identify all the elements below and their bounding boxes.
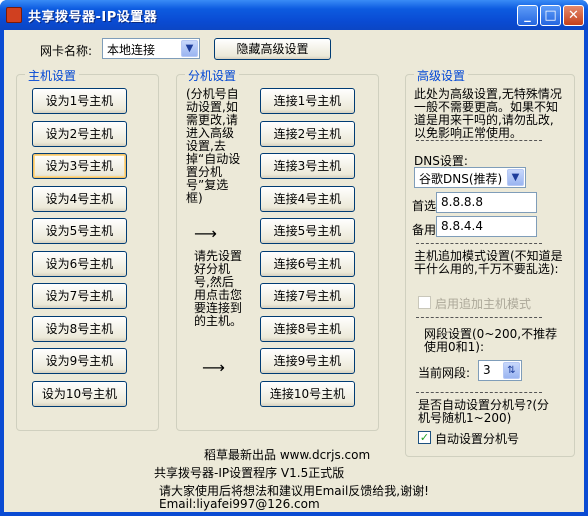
- set-host-1-button[interactable]: 设为1号主机: [32, 88, 127, 114]
- host-group-title: 主机设置: [25, 67, 80, 84]
- connect-host-4-button[interactable]: 连接4号主机: [260, 185, 355, 212]
- set-host-8-button[interactable]: 设为8号主机: [32, 315, 127, 342]
- nic-select-value: 本地连接: [107, 43, 156, 57]
- advanced-group-title: 高级设置: [414, 67, 469, 84]
- spinner-icon[interactable]: ⇅: [503, 362, 520, 379]
- chevron-down-icon: ▼: [181, 40, 198, 57]
- append-mode-label: 启用追加主机模式: [435, 297, 532, 311]
- append-note: 主机追加模式设置(不知道是干什么用的,千万不要乱选):: [414, 249, 563, 276]
- segment-spinner[interactable]: 3 ⇅: [478, 360, 522, 381]
- connect-host-8-button[interactable]: 连接8号主机: [260, 315, 355, 342]
- connect-host-10-button[interactable]: 连接10号主机: [260, 380, 355, 407]
- nic-label: 网卡名称:: [40, 44, 93, 58]
- connect-host-6-button[interactable]: 连接6号主机: [260, 250, 355, 277]
- separator: [416, 243, 542, 244]
- dns-select-value: 谷歌DNS(推荐): [419, 172, 503, 186]
- separator: [416, 317, 542, 318]
- hide-advanced-button[interactable]: 隐藏高级设置: [214, 38, 331, 60]
- auto-note: 是否自动设置分机号?(分机号随机1~200): [418, 398, 550, 425]
- window: 共享拨号器-IP设置器 _ □ ✕ 网卡名称: 本地连接 ▼ 隐藏高级设置 主机…: [0, 0, 588, 516]
- segment-label: 当前网段:: [418, 366, 471, 380]
- nic-select[interactable]: 本地连接 ▼: [102, 38, 200, 59]
- segment-note: 网段设置(0~200,不推荐使用0和1):: [424, 327, 558, 354]
- chevron-down-icon: ▼: [507, 169, 524, 186]
- advanced-intro: 此处为高级设置,无特殊情况一般不需要更高。如果不知道是用来干吗的,请勿乱改,以免…: [414, 87, 562, 140]
- auto-branch-label: 自动设置分机号: [435, 432, 520, 446]
- branch-note-top: (分机号自动设置,如需更改,请进入高级设置,去掉“自动设置分机号”复选框): [186, 87, 241, 205]
- footer-email: Email:liyafei997@126.com: [159, 497, 320, 511]
- set-host-9-button[interactable]: 设为9号主机: [32, 348, 127, 374]
- arrow-right-icon: ⟶: [194, 224, 217, 243]
- branch-note-mid: 请先设置好分机号,然后用点击您要连接到的主机。: [194, 249, 243, 328]
- set-host-10-button[interactable]: 设为10号主机: [32, 380, 127, 407]
- primary-dns-label: 首选: [412, 199, 437, 213]
- connect-host-9-button[interactable]: 连接9号主机: [260, 348, 355, 374]
- footer-version: 共享拨号器-IP设置程序 V1.5正式版: [154, 466, 345, 480]
- connect-host-5-button[interactable]: 连接5号主机: [260, 218, 355, 244]
- close-button[interactable]: ✕: [563, 5, 584, 26]
- backup-dns-input[interactable]: 8.8.4.4: [436, 216, 537, 237]
- connect-host-1-button[interactable]: 连接1号主机: [260, 88, 355, 114]
- app-icon: [6, 7, 22, 23]
- connect-host-7-button[interactable]: 连接7号主机: [260, 283, 355, 309]
- title-bar[interactable]: 共享拨号器-IP设置器 _ □ ✕: [0, 0, 588, 30]
- window-title: 共享拨号器-IP设置器: [28, 10, 158, 25]
- set-host-6-button[interactable]: 设为6号主机: [32, 250, 127, 277]
- separator: [416, 140, 542, 141]
- footer-credit: 稻草最新出品 www.dcrjs.com: [204, 448, 371, 462]
- set-host-5-button[interactable]: 设为5号主机: [32, 218, 127, 244]
- arrow-right-icon: ⟶: [202, 358, 225, 377]
- auto-branch-checkbox[interactable]: ✓: [418, 431, 431, 444]
- segment-value: 3: [483, 363, 491, 377]
- client-area: 网卡名称: 本地连接 ▼ 隐藏高级设置 主机设置 设为1号主机 设为2号主机 设为3…: [4, 30, 584, 512]
- append-mode-checkbox[interactable]: [418, 296, 431, 309]
- minimize-button[interactable]: _: [517, 5, 538, 26]
- dns-select[interactable]: 谷歌DNS(推荐) ▼: [414, 167, 526, 188]
- separator: [416, 392, 542, 393]
- backup-dns-label: 备用: [412, 223, 437, 237]
- set-host-2-button[interactable]: 设为2号主机: [32, 120, 127, 147]
- set-host-7-button[interactable]: 设为7号主机: [32, 283, 127, 309]
- maximize-button[interactable]: □: [540, 5, 561, 26]
- branch-group-title: 分机设置: [185, 67, 240, 84]
- set-host-4-button[interactable]: 设为4号主机: [32, 185, 127, 212]
- connect-host-2-button[interactable]: 连接2号主机: [260, 120, 355, 147]
- primary-dns-input[interactable]: 8.8.8.8: [436, 192, 537, 213]
- set-host-3-button[interactable]: 设为3号主机: [32, 153, 127, 179]
- connect-host-3-button[interactable]: 连接3号主机: [260, 153, 355, 179]
